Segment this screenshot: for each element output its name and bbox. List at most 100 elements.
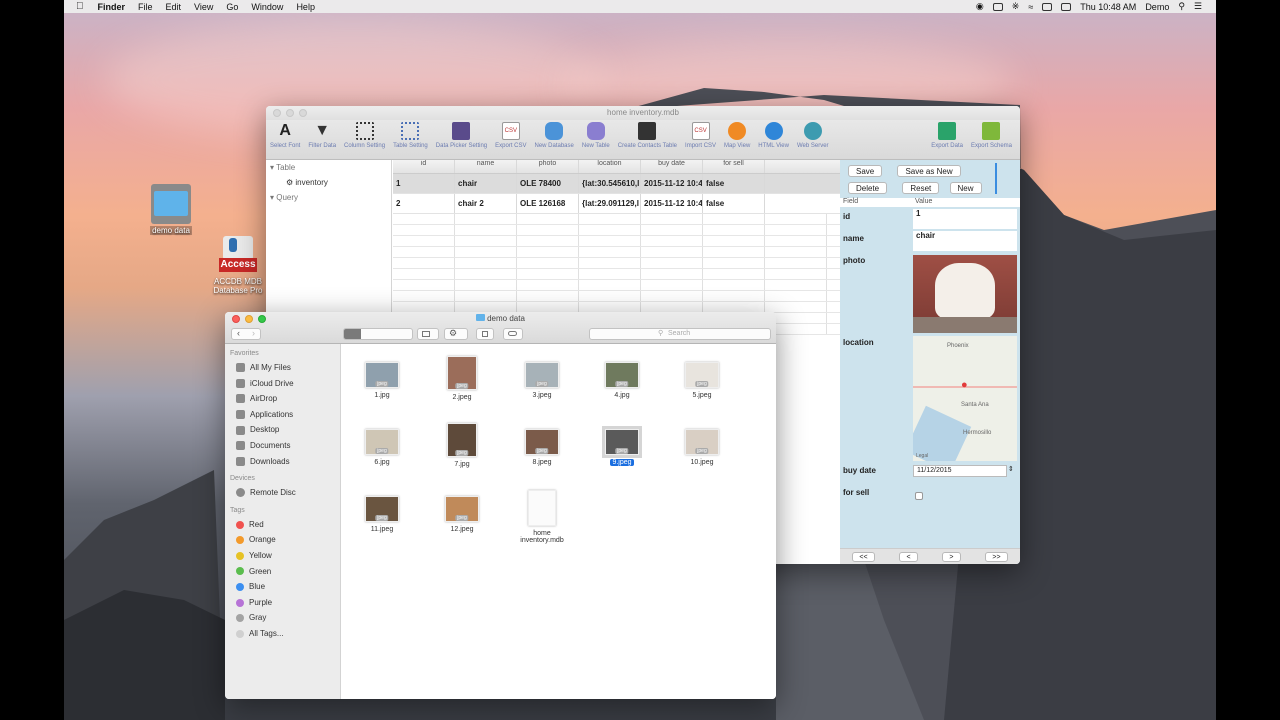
table-cell[interactable]: false [703,194,765,213]
search-field[interactable]: ⚲ Search [589,328,771,340]
sidebar-item-airdrop[interactable]: AirDrop [225,391,340,407]
column-setting-button[interactable]: Column Setting [344,122,385,149]
menu-edit[interactable]: Edit [166,2,182,12]
column-header-for-sell[interactable]: for sell [703,160,765,173]
file-item[interactable]: jpeg 8.jpeg [502,423,582,466]
table-cell[interactable]: chair 2 [455,194,517,213]
database-window-titlebar[interactable]: home inventory.mdb [266,106,1020,120]
zoom-button[interactable] [299,109,307,117]
sidebar-tag-yellow[interactable]: Yellow [225,548,340,564]
column-header-name[interactable]: name [455,160,517,173]
sidebar-item-desktop[interactable]: Desktop [225,422,340,438]
desktop-folder-demo-data[interactable]: demo data [145,184,197,235]
minimize-button[interactable] [286,109,294,117]
spotlight-icon[interactable]: ⚲ [1178,1,1185,12]
sidebar-item-applications[interactable]: Applications [225,407,340,423]
table-cell[interactable]: false [703,174,765,193]
menubar-user[interactable]: Demo [1145,2,1169,12]
menu-view[interactable]: View [194,2,213,12]
delete-button[interactable]: Delete [848,182,888,194]
sidebar-item-remote-disc[interactable]: Remote Disc [225,485,340,501]
menu-go[interactable]: Go [226,2,238,12]
file-item[interactable]: jpeg 10.jpeg [662,423,742,466]
location-map[interactable]: Phoenix Santa Ana Hermosillo ● Legal [913,336,1017,461]
menubar-clock[interactable]: Thu 10:48 AM [1080,2,1136,12]
file-item[interactable]: jpeg 4.jpg [582,356,662,399]
save-as-new-button[interactable]: Save as New [897,165,961,177]
filter-data-button[interactable]: ▼ Filter Data [308,122,336,149]
forward-arrow-icon[interactable]: › [252,328,255,338]
sidebar-tag-purple[interactable]: Purple [225,595,340,611]
tag-button[interactable] [503,328,523,340]
file-item[interactable]: jpeg 3.jpeg [502,356,582,399]
menu-app-finder[interactable]: Finder [98,2,126,12]
file-item[interactable]: jpeg 1.jpg [342,356,422,399]
sidebar-tag-green[interactable]: Green [225,564,340,580]
desktop-app-access[interactable]: Access ACCDB MDB Database Pro [210,236,266,295]
sidebar-tag-orange[interactable]: Orange [225,532,340,548]
cover-flow-icon[interactable] [395,329,412,339]
photo-field[interactable] [913,255,1017,333]
table-row[interactable]: 2 chair 2 OLE 126168 {lat:29.091129,l 20… [393,194,840,214]
file-item[interactable]: jpeg 5.jpeg [662,356,742,399]
table-setting-button[interactable]: Table Setting [393,122,428,149]
sidebar-item-icloud-drive[interactable]: iCloud Drive [225,376,340,392]
for-sell-checkbox[interactable] [915,492,923,500]
airplay-icon[interactable] [992,2,1003,11]
column-header-buy-date[interactable]: buy date [641,160,703,173]
column-header-location[interactable]: location [579,160,641,173]
file-item[interactable]: jpeg 12.jpeg [422,490,502,533]
view-mode-buttons[interactable] [343,328,413,340]
close-button[interactable] [273,109,281,117]
flag-icon[interactable] [1061,2,1072,11]
sidebar-query-header[interactable]: ▾ Query [266,190,391,205]
apple-icon[interactable]:  [76,1,84,12]
menu-help[interactable]: Help [296,2,315,12]
table-cell[interactable]: OLE 78400 [517,174,579,193]
column-header-photo[interactable]: photo [517,160,579,173]
save-button[interactable]: Save [848,165,883,177]
map-view-button[interactable]: Map View [724,122,750,149]
action-button[interactable]: ⚙ [444,328,468,340]
sidebar-tag-blue[interactable]: Blue [225,579,340,595]
sidebar-tag-all-tags-[interactable]: All Tags... [225,626,340,642]
export-schema-button[interactable]: Export Schema [971,122,1012,149]
reset-button[interactable]: Reset [902,182,940,194]
buy-date-field[interactable]: 11/12/2015 [913,465,1007,477]
column-header-id[interactable]: id [393,160,455,173]
table-cell[interactable]: {lat:30.545610,l [579,174,641,193]
map-legal-link[interactable]: Legal [916,453,928,459]
export-data-button[interactable]: Export Data [931,122,963,149]
sidebar-table-header[interactable]: ▾ Table [266,160,391,175]
column-view-icon[interactable] [378,329,395,339]
sidebar-item-inventory[interactable]: ⚙ inventory [266,175,391,190]
file-item[interactable]: jpeg 9.jpeg [582,423,662,466]
create-contacts-table-button[interactable]: Create Contacts Table [618,122,677,149]
table-row[interactable]: 1 chair OLE 78400 {lat:30.545610,l 2015-… [393,174,840,194]
web-server-button[interactable]: Web Server [797,122,829,149]
menu-window[interactable]: Window [251,2,283,12]
back-arrow-icon[interactable]: ‹ [237,328,240,338]
file-item[interactable]: jpeg 6.jpg [342,423,422,466]
table-cell[interactable]: {lat:29.091129,l [579,194,641,213]
date-stepper-icon[interactable]: ⇕ [1008,465,1014,473]
back-forward-buttons[interactable]: ‹ › [231,328,261,340]
wifi-icon[interactable]: ≈ [1028,2,1033,12]
table-cell[interactable]: OLE 126168 [517,194,579,213]
last-record-button[interactable]: >> [985,551,1008,562]
table-cell[interactable]: 1 [393,174,455,193]
next-record-button[interactable]: > [942,551,961,562]
new-button[interactable]: New [949,182,982,194]
table-cell[interactable]: chair [455,174,517,193]
previous-record-button[interactable]: < [899,551,918,562]
html-view-button[interactable]: HTML View [758,122,789,149]
file-item[interactable]: jpeg 11.jpeg [342,490,422,533]
sidebar-tag-gray[interactable]: Gray [225,610,340,626]
file-item[interactable]: home inventory.mdb [502,490,582,544]
bluetooth-icon[interactable]: ※ [1012,1,1020,12]
menu-file[interactable]: File [138,2,153,12]
share-button[interactable] [476,328,494,340]
id-field[interactable]: 1 [913,209,1017,229]
file-item[interactable]: jpeg 2.jpeg [422,356,502,401]
table-cell[interactable]: 2015-11-12 10:4 [641,174,703,193]
